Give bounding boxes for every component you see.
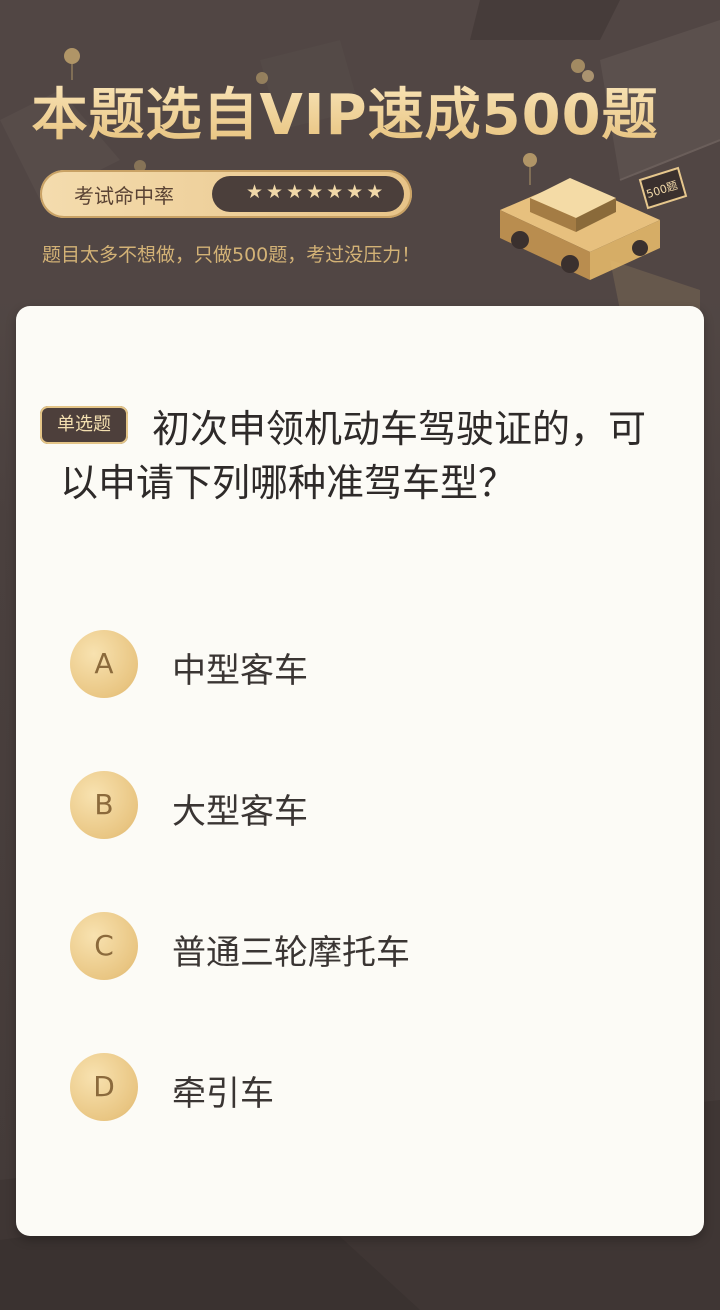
question-text: 初次申领机动车驾驶证的，可以申请下列哪种准驾车型？ — [60, 407, 647, 505]
car-illustration: 500题 — [500, 166, 700, 310]
option-a-text: 中型客车 — [172, 651, 308, 691]
hit-rate-label: 考试命中率 — [74, 184, 174, 208]
option-b-text: 大型客车 — [172, 792, 308, 832]
question-card: 单选题 初次申领机动车驾驶证的，可以申请下列哪种准驾车型？ A 中型客车 B 大… — [16, 306, 704, 1236]
option-d-letter: D — [70, 1053, 138, 1121]
option-a-letter: A — [70, 630, 138, 698]
option-c-letter: C — [70, 912, 138, 980]
star-rating: ★★★★★★★ — [212, 176, 404, 212]
hit-rate-badge: 考试命中率 ★★★★★★★ — [40, 170, 412, 218]
star-icons: ★★★★★★★ — [246, 181, 387, 203]
option-d[interactable]: D 牵引车 — [70, 1053, 630, 1123]
option-b[interactable]: B 大型客车 — [70, 771, 630, 841]
option-a[interactable]: A 中型客车 — [70, 630, 630, 700]
option-c-text: 普通三轮摩托车 — [172, 933, 410, 973]
option-d-text: 牵引车 — [172, 1074, 274, 1114]
banner-title: 本题选自VIP速成500题 — [0, 70, 690, 151]
banner-subtitle: 题目太多不想做，只做500题，考过没压力！ — [42, 244, 421, 266]
option-b-letter: B — [70, 771, 138, 839]
option-c[interactable]: C 普通三轮摩托车 — [70, 912, 630, 982]
